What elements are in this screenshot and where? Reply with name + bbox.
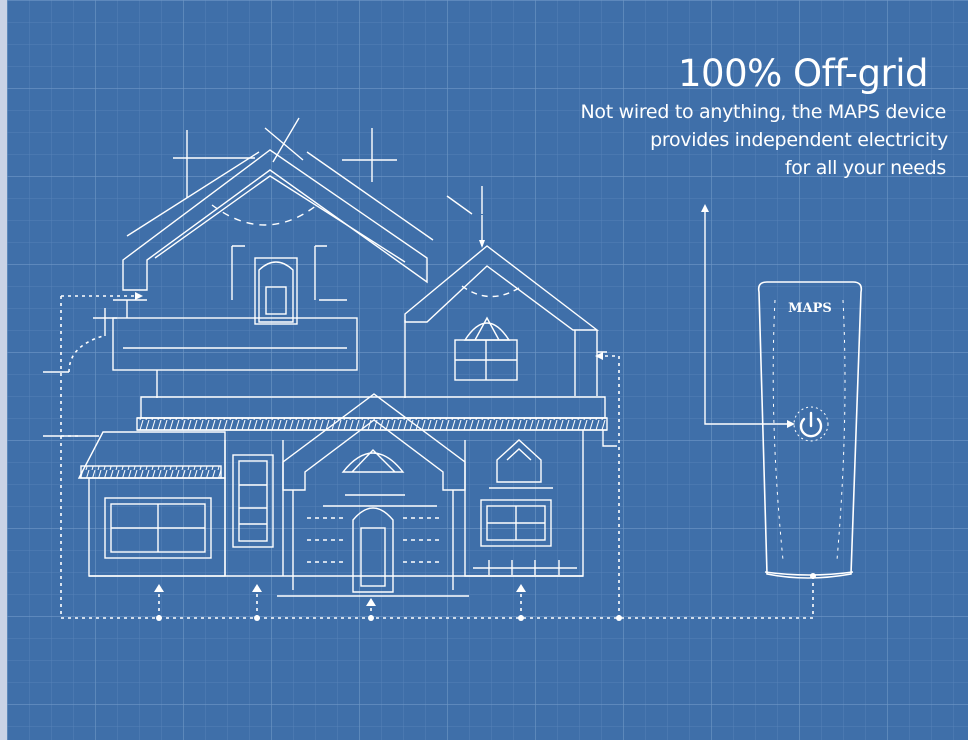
blueprint-illustration: MAPS 100% Off-grid Not wired to anything…: [7, 0, 968, 740]
description-line: provides independent electricity: [650, 129, 948, 151]
description: Not wired to anything, the MAPS device p…: [580, 98, 948, 182]
description-line: for all your needs: [784, 157, 946, 179]
headline: 100% Off-grid: [677, 52, 929, 95]
device-brand-label: MAPS: [788, 301, 832, 316]
description-line: Not wired to anything, the MAPS device: [580, 101, 946, 123]
